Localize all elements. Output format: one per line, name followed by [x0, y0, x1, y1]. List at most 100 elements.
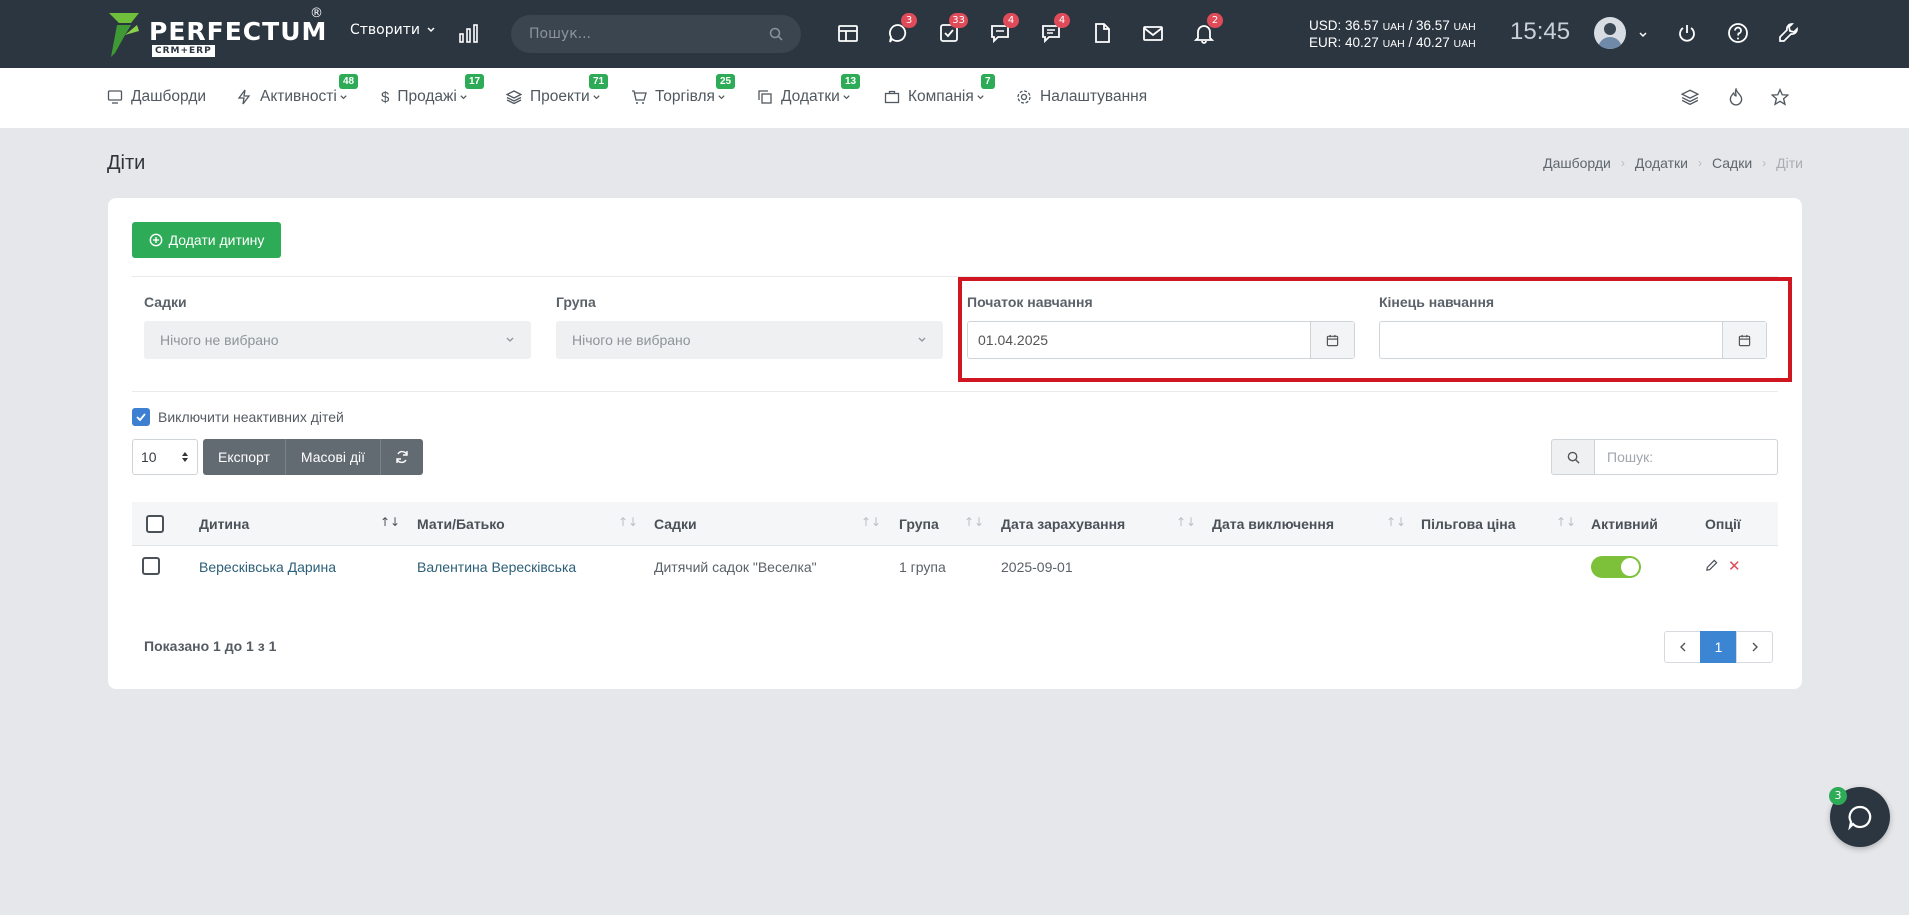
column-header-child[interactable]: Дитина	[199, 516, 249, 532]
menu-item-sales[interactable]: $ Продажі 17	[381, 74, 485, 106]
logo[interactable]: PERFECTUM CRM+ERP	[107, 12, 327, 58]
table-actions: Експорт Масові дії	[203, 439, 424, 475]
chevron-down-icon	[340, 94, 347, 99]
chevron-down-icon	[977, 94, 984, 99]
refresh-button[interactable]	[381, 439, 424, 475]
mail-icon[interactable]	[1140, 20, 1166, 46]
table-search[interactable]	[1551, 439, 1778, 475]
menu-item-trade[interactable]: Торгівля 25	[631, 74, 736, 106]
help-icon[interactable]	[1725, 20, 1751, 46]
messages-badge: 4	[1054, 13, 1070, 28]
menu-item-settings[interactable]: Налаштування	[1016, 88, 1147, 106]
per-page-value: 10	[141, 449, 157, 465]
breadcrumb-item-kindergartens[interactable]: Садки	[1712, 155, 1752, 171]
enroll-date-cell: 2025-09-01	[1001, 559, 1073, 575]
active-toggle[interactable]	[1591, 556, 1641, 578]
export-button[interactable]: Експорт	[203, 439, 286, 475]
messages-icon[interactable]: 4	[1038, 13, 1070, 46]
avatar[interactable]	[1594, 17, 1626, 49]
page-button-current[interactable]: 1	[1700, 631, 1737, 663]
menu-label: Активності	[260, 88, 337, 105]
column-header-active: Активний	[1591, 516, 1658, 532]
projects-badge: 71	[589, 74, 609, 89]
exclude-inactive-checkbox[interactable]: Виключити неактивних дітей	[132, 408, 344, 426]
chevron-down-icon	[427, 27, 435, 33]
star-icon[interactable]	[1770, 88, 1790, 110]
add-child-label: Додати дитину	[168, 232, 265, 248]
chat-icon[interactable]: 3	[885, 13, 917, 46]
column-header-enroll-date[interactable]: Дата зарахування	[1001, 516, 1125, 532]
edit-pencil-icon[interactable]	[1705, 559, 1718, 576]
group-select-value: Нічого не вибрано	[572, 332, 691, 348]
delete-icon[interactable]: ✕	[1728, 557, 1741, 575]
sort-icon[interactable]: ↑↓	[1556, 515, 1576, 529]
child-name-link[interactable]: Вересківська Дарина	[199, 559, 336, 575]
create-dropdown-button[interactable]: Створити	[350, 22, 436, 38]
breadcrumb-item-dashboards[interactable]: Дашборди	[1543, 155, 1611, 171]
tasks-icon[interactable]: 33	[936, 13, 968, 46]
create-label: Створити	[350, 22, 420, 38]
column-header-kindergarten[interactable]: Садки	[654, 516, 697, 532]
table-search-input[interactable]	[1595, 439, 1778, 475]
layers-icon	[506, 90, 522, 105]
per-page-select[interactable]: 10	[132, 439, 198, 475]
flame-icon[interactable]	[1727, 87, 1745, 110]
company-badge: 7	[981, 74, 995, 89]
parent-name-link[interactable]: Валентина Вересківська	[417, 559, 576, 575]
layers-toggle-icon[interactable]	[1680, 88, 1700, 110]
eur-rate: EUR: 40.27 UAH / 40.27 UAH	[1309, 35, 1476, 50]
row-checkbox[interactable]	[142, 557, 160, 575]
pagination: 1	[1664, 631, 1773, 663]
sort-icon[interactable]: ↑↓	[618, 515, 638, 529]
bar-chart-icon[interactable]	[458, 22, 480, 48]
breadcrumb-item-addons[interactable]: Додатки	[1635, 155, 1688, 171]
menu-item-activities[interactable]: Активності 48	[236, 74, 359, 106]
global-search-input[interactable]	[529, 26, 769, 42]
search-icon[interactable]	[769, 27, 783, 41]
document-icon[interactable]	[1089, 20, 1115, 46]
cart-icon	[632, 90, 647, 104]
add-child-button[interactable]: Додати дитину	[132, 222, 281, 258]
sort-icon[interactable]: ↑↓	[1386, 515, 1406, 529]
column-header-exclude-date[interactable]: Дата виключення	[1212, 516, 1334, 532]
column-header-parent[interactable]: Мати/Батько	[417, 516, 505, 532]
chevron-down-icon	[918, 337, 926, 342]
prev-page-button[interactable]	[1664, 631, 1701, 663]
monitor-icon	[107, 90, 123, 104]
calendar-table-icon[interactable]	[835, 20, 861, 46]
column-header-discount[interactable]: Пільгова ціна	[1421, 516, 1516, 532]
kindergarten-select[interactable]: Нічого не вибрано	[144, 321, 531, 359]
chevron-right-icon: ›	[1620, 156, 1625, 170]
chevron-down-icon	[718, 94, 725, 99]
menu-item-company[interactable]: Компанія 7	[884, 74, 995, 106]
sort-icon[interactable]: ↑↓	[964, 515, 984, 529]
chevron-down-icon	[593, 94, 600, 99]
tasks-badge: 33	[949, 13, 968, 28]
select-all-checkbox[interactable]	[146, 515, 164, 533]
menu-item-projects[interactable]: Проекти 71	[506, 74, 609, 106]
group-select[interactable]: Нічого не вибрано	[556, 321, 943, 359]
column-header-options: Опції	[1705, 516, 1741, 532]
next-page-button[interactable]	[1736, 631, 1773, 663]
sort-icon[interactable]: ↑↓	[861, 515, 881, 529]
power-icon[interactable]	[1674, 20, 1700, 46]
sort-icon[interactable]: ↑↓	[1176, 515, 1196, 529]
group-filter-label: Група	[556, 294, 596, 310]
menu-item-dashboards[interactable]: Дашборди	[107, 88, 206, 106]
menu-label: Налаштування	[1040, 88, 1148, 105]
sort-asc-icon[interactable]: ↑↓	[380, 515, 400, 529]
chevron-right-icon: ›	[1762, 156, 1767, 170]
chevron-down-icon[interactable]	[1638, 30, 1648, 40]
settings-wrench-icon[interactable]	[1776, 20, 1802, 46]
column-header-group[interactable]: Група	[899, 516, 939, 532]
menu-item-addons[interactable]: Додатки 13	[757, 74, 861, 106]
pagination-info: Показано 1 до 1 з 1	[144, 638, 277, 654]
bulk-actions-button[interactable]: Масові дії	[285, 439, 382, 475]
checkmark-icon[interactable]	[132, 408, 150, 426]
global-search[interactable]	[511, 15, 801, 53]
search-icon[interactable]	[1551, 439, 1595, 475]
kindergarten-filter-label: Садки	[144, 294, 187, 310]
bell-icon[interactable]: 2	[1191, 13, 1223, 46]
comments-icon[interactable]: 4	[987, 13, 1019, 46]
chat-bubble-icon	[1848, 805, 1872, 831]
